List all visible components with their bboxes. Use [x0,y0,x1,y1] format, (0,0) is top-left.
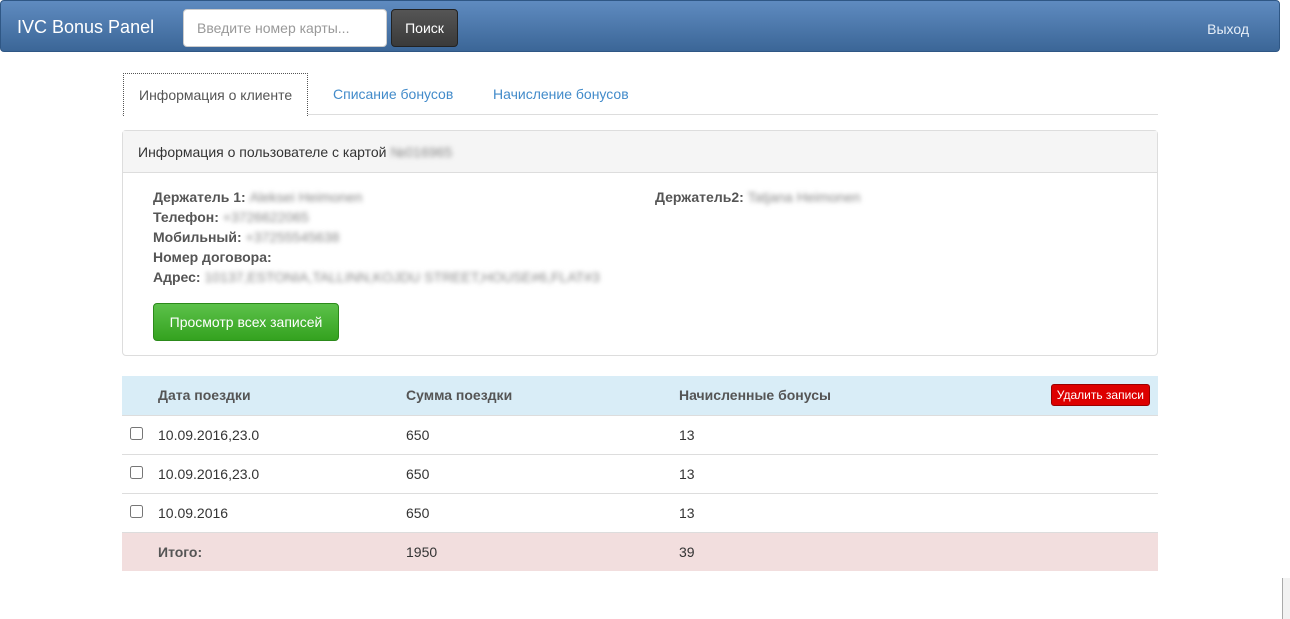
address: 10137,ESTONIA,TALLINN,KOJDU STREET,HOUSE… [204,269,600,285]
search-button[interactable]: Поиск [391,9,458,47]
tabs: Информация о клиенте Списание бонусов На… [122,73,1158,116]
row-checkbox[interactable] [130,504,143,518]
row-checkbox[interactable] [130,465,143,479]
phone: +3726622065 [222,209,309,225]
holder-details: Держатель 1: Aleksei Heimonen Телефон: +… [153,189,600,285]
logout-link[interactable]: Выход [1207,21,1249,37]
card-number: №016965 [390,144,453,160]
tab-bonus-accrual[interactable]: Начисление бонусов [478,73,644,115]
brand[interactable]: IVC Bonus Panel [17,17,154,38]
holder2: Tatjana Heimonen [747,189,861,205]
table-row: 10.09.2016 650 13 [122,492,1158,532]
tab-client-info[interactable]: Информация о клиенте [123,73,309,116]
client-info-panel: Информация о пользователе с картой №0169… [122,130,1158,356]
table-header: Дата поездки Сумма поездки Начисленные б… [122,376,1158,415]
table-row: 10.09.2016,23.0 650 13 [122,453,1158,493]
tab-bonus-writeoff[interactable]: Списание бонусов [318,73,468,115]
card-search-input[interactable] [183,9,387,47]
holder2-details: Держатель2: Tatjana Heimonen [655,189,861,205]
panel-heading: Информация о пользователе с картой №0169… [123,131,1157,173]
holder1: Aleksei Heimonen [249,189,363,205]
delete-records-button[interactable]: Удалить записи [1050,384,1150,407]
table-row: 10.09.2016,23.0 650 13 [122,414,1158,454]
scrollbar[interactable] [1282,578,1290,619]
navbar: IVC Bonus Panel Поиск Выход [0,0,1280,52]
trips-table: Дата поездки Сумма поездки Начисленные б… [122,376,1158,571]
view-all-records-button[interactable]: Просмотр всех записей [153,303,339,341]
row-checkbox[interactable] [130,426,143,440]
total-row: Итого: 1950 39 [122,531,1158,571]
mobile: +37255545638 [245,229,340,245]
